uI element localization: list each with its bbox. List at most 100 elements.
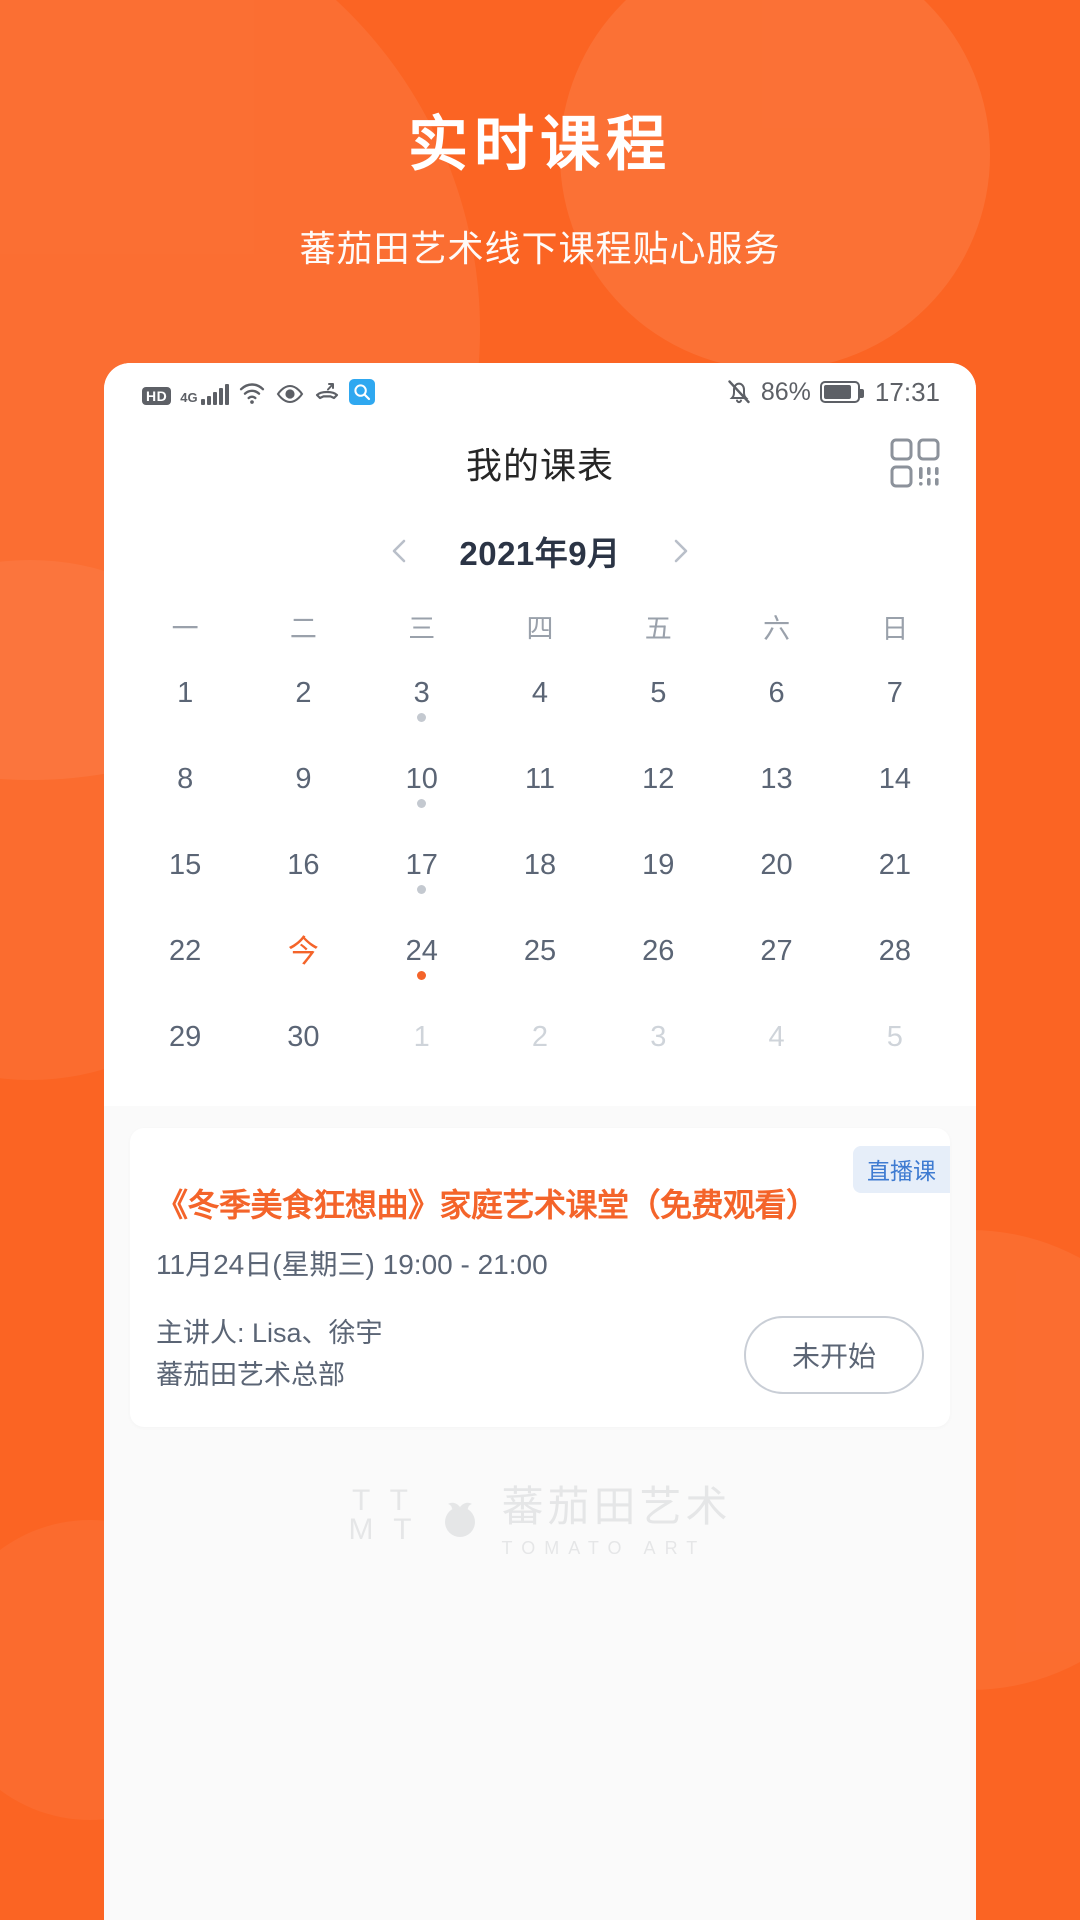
clock-label: 17:31 bbox=[874, 376, 940, 407]
calendar-day-label: 10 bbox=[405, 762, 438, 795]
watermark-line2: M T bbox=[348, 1512, 418, 1546]
calendar-day-cell[interactable]: 28 bbox=[836, 908, 954, 994]
calendar-grid: 1 2 3 4 5 6 7 8 9 10 11 12 13 14 15 16 17 18 19 20 21 22 今 24 25… bbox=[104, 650, 976, 1080]
calendar-day-label: 1 bbox=[177, 676, 194, 709]
calendar-day-label: 29 bbox=[169, 1020, 202, 1053]
calendar-day-cell[interactable]: 25 bbox=[481, 908, 599, 994]
calendar-day-label: 13 bbox=[760, 762, 793, 795]
calendar-day-cell[interactable]: 18 bbox=[481, 822, 599, 908]
calendar-day-cell[interactable]: 13 bbox=[717, 736, 835, 822]
calendar-day-label: 16 bbox=[287, 848, 320, 881]
calendar-day-label: 26 bbox=[642, 934, 675, 967]
calendar-day-cell[interactable]: 3 bbox=[599, 994, 717, 1080]
calendar-day-cell[interactable]: 12 bbox=[599, 736, 717, 822]
calendar-day-cell[interactable]: 16 bbox=[244, 822, 362, 908]
watermark-text: 蕃茄田艺术 TOMATO ART bbox=[502, 1473, 732, 1559]
status-badge: 直播课 bbox=[853, 1146, 950, 1193]
qr-scan-icon[interactable] bbox=[888, 436, 942, 490]
app-header: 我的课表 bbox=[104, 421, 976, 505]
calendar-day-cell[interactable]: 1 bbox=[126, 650, 244, 736]
course-card[interactable]: 直播课 《冬季美食狂想曲》家庭艺术课堂（免费观看） 11月24日(星期三) 19… bbox=[130, 1128, 950, 1427]
weekday-label: 二 bbox=[289, 614, 317, 644]
calendar-day-cell[interactable]: 26 bbox=[599, 908, 717, 994]
weekday-label: 五 bbox=[644, 614, 672, 644]
calendar-day-label: 18 bbox=[523, 848, 557, 881]
chevron-right-icon[interactable] bbox=[667, 538, 693, 564]
calendar-day-cell[interactable]: 8 bbox=[126, 736, 244, 822]
battery-percent-label: 86% bbox=[760, 377, 811, 406]
weekday-label: 日 bbox=[881, 614, 909, 644]
calendar-day-cell[interactable]: 24 bbox=[363, 908, 481, 994]
calendar: 2021年9月 一 二 三 四 五 六 日 1 2 3 4 5 6 7 8 9 10 11 12 13 1… bbox=[104, 505, 976, 1106]
calendar-day-cell[interactable]: 3 bbox=[363, 650, 481, 736]
calendar-day-label: 14 bbox=[878, 762, 911, 795]
watermark-line1: T T bbox=[352, 1484, 414, 1518]
calendar-day-label: 9 bbox=[295, 762, 312, 795]
calendar-day-label: 30 bbox=[287, 1020, 320, 1053]
call-divert-icon bbox=[314, 381, 340, 405]
course-title: 《冬季美食狂想曲》家庭艺术课堂（免费观看） bbox=[156, 1187, 818, 1223]
weekday-label: 四 bbox=[526, 614, 554, 644]
calendar-event-dot bbox=[417, 713, 427, 722]
calendar-event-dot bbox=[417, 971, 427, 980]
calendar-day-label: 8 bbox=[177, 762, 194, 795]
calendar-day-label: 6 bbox=[768, 676, 785, 709]
calendar-day-cell[interactable]: 22 bbox=[126, 908, 244, 994]
calendar-day-label: 15 bbox=[169, 848, 202, 881]
course-org: 蕃茄田艺术总部 bbox=[156, 1360, 345, 1391]
calendar-day-label: 2 bbox=[531, 1020, 549, 1053]
calendar-day-cell[interactable]: 6 bbox=[717, 650, 835, 736]
weekday-label: 六 bbox=[763, 614, 791, 644]
course-footer: 主讲人: Lisa、徐宇 蕃茄田艺术总部 未开始 bbox=[156, 1313, 924, 1397]
month-label[interactable]: 2021年9月 bbox=[459, 527, 620, 575]
course-meta: 主讲人: Lisa、徐宇 蕃茄田艺术总部 bbox=[156, 1313, 383, 1397]
calendar-day-cell[interactable]: 17 bbox=[363, 822, 481, 908]
calendar-day-label: 5 bbox=[650, 676, 667, 709]
course-status-button[interactable]: 未开始 bbox=[743, 1316, 924, 1395]
month-navigation: 2021年9月 bbox=[104, 505, 976, 591]
phone-screenshot: HD 4G 86% 17:31 我的课表 2021年9月 一 二 三 四 五 六… bbox=[104, 363, 976, 1920]
weekday-header: 一 二 三 四 五 六 日 bbox=[104, 591, 976, 650]
calendar-day-cell[interactable]: 9 bbox=[244, 736, 362, 822]
calendar-day-cell[interactable]: 2 bbox=[244, 650, 362, 736]
calendar-day-cell[interactable]: 5 bbox=[599, 650, 717, 736]
calendar-day-cell[interactable]: 11 bbox=[481, 736, 599, 822]
calendar-day-cell[interactable]: 27 bbox=[717, 908, 835, 994]
calendar-day-cell[interactable]: 15 bbox=[126, 822, 244, 908]
chevron-left-icon[interactable] bbox=[387, 538, 413, 564]
calendar-day-cell[interactable]: 4 bbox=[481, 650, 599, 736]
calendar-day-label: 27 bbox=[760, 934, 793, 967]
weekday-label: 三 bbox=[408, 614, 436, 644]
weekday-label: 一 bbox=[171, 614, 199, 644]
calendar-day-label: 3 bbox=[413, 676, 430, 709]
hero-section: 实时课程 蕃茄田艺术线下课程贴心服务 bbox=[0, 0, 1080, 272]
course-list: 直播课 《冬季美食狂想曲》家庭艺术课堂（免费观看） 11月24日(星期三) 19… bbox=[104, 1106, 976, 1559]
calendar-day-cell[interactable]: 今 bbox=[244, 908, 362, 994]
calendar-day-label: 3 bbox=[650, 1020, 667, 1053]
calendar-day-label: 4 bbox=[531, 676, 549, 709]
calendar-day-cell[interactable]: 1 bbox=[363, 994, 481, 1080]
calendar-day-label: 12 bbox=[642, 762, 675, 795]
calendar-day-cell[interactable]: 4 bbox=[717, 994, 835, 1080]
course-time: 11月24日(星期三) 19:00 - 21:00 bbox=[156, 1249, 548, 1281]
eye-icon bbox=[275, 383, 305, 405]
tomato-logo-icon bbox=[444, 1502, 475, 1537]
calendar-day-cell[interactable]: 21 bbox=[836, 822, 954, 908]
calendar-day-cell[interactable]: 2 bbox=[481, 994, 599, 1080]
hd-icon: HD bbox=[142, 387, 172, 405]
app-title: 我的课表 bbox=[465, 445, 614, 486]
watermark-cn: 蕃茄田艺术 bbox=[501, 1482, 732, 1530]
calendar-day-cell[interactable]: 30 bbox=[244, 994, 362, 1080]
watermark: T T M T 蕃茄田艺术 TOMATO ART bbox=[130, 1473, 950, 1559]
calendar-day-cell[interactable]: 10 bbox=[363, 736, 481, 822]
page-title: 实时课程 bbox=[408, 111, 672, 178]
calendar-day-cell[interactable]: 20 bbox=[717, 822, 835, 908]
calendar-day-cell[interactable]: 29 bbox=[126, 994, 244, 1080]
calendar-event-dot bbox=[417, 799, 427, 808]
calendar-day-cell[interactable]: 5 bbox=[836, 994, 954, 1080]
calendar-day-cell[interactable]: 14 bbox=[836, 736, 954, 822]
calendar-day-cell[interactable]: 19 bbox=[599, 822, 717, 908]
calendar-day-label: 28 bbox=[878, 934, 911, 967]
calendar-day-label: 7 bbox=[886, 676, 903, 709]
calendar-day-cell[interactable]: 7 bbox=[836, 650, 954, 736]
